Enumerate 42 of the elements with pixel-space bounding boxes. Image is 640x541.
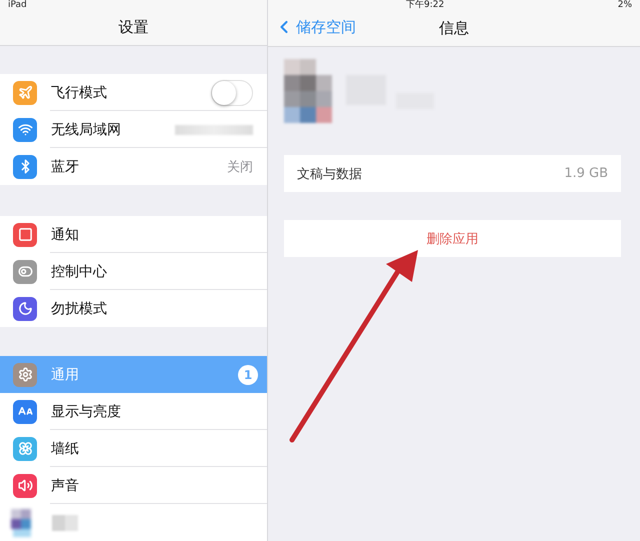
bluetooth-icon: [13, 154, 37, 178]
battery-level: 2%: [618, 0, 632, 10]
row-label: 控制中心: [51, 262, 108, 280]
row-label: 通知: [51, 226, 80, 244]
row-label: 显示与亮度: [51, 402, 122, 420]
status-time: 下午9:22: [406, 0, 444, 10]
settings-row[interactable]: 勿扰模式: [0, 290, 267, 327]
page-title: 信息: [439, 18, 469, 38]
switches-icon: [13, 260, 37, 284]
row-label: 通用: [51, 366, 80, 384]
row-label: 墙纸: [51, 440, 80, 458]
settings-row[interactable]: 通知: [0, 216, 267, 253]
settings-row[interactable]: 显示与亮度: [0, 393, 267, 430]
row-label: 无线局域网: [51, 120, 122, 138]
count-badge: 1: [238, 364, 258, 384]
storage-size: 1.9 GB: [564, 166, 608, 181]
speaker-icon: [13, 474, 37, 498]
text-size-icon: [13, 400, 37, 424]
settings-icon: [13, 362, 37, 386]
notification-icon: [13, 222, 37, 246]
wifi-icon: [13, 118, 37, 142]
device-name: iPad: [8, 0, 27, 10]
settings-row[interactable]: [0, 504, 267, 541]
moon-icon: [13, 296, 37, 320]
toggle-switch[interactable]: [211, 80, 253, 106]
settings-row[interactable]: 控制中心: [0, 253, 267, 290]
airplane-icon: [13, 80, 37, 104]
row-label: 蓝牙: [51, 158, 80, 176]
row-label: 飞行模式: [51, 84, 108, 102]
settings-row[interactable]: 墙纸: [0, 430, 267, 467]
sidebar-title: 设置: [118, 18, 148, 37]
delete-app-button[interactable]: 删除应用: [284, 220, 621, 257]
row-value: 关闭: [227, 158, 253, 176]
settings-row[interactable]: 无线局域网: [0, 111, 267, 148]
settings-row[interactable]: 飞行模式: [0, 74, 267, 111]
flower-icon: [13, 436, 37, 460]
row-label: 声音: [51, 476, 80, 494]
settings-row[interactable]: 声音: [0, 467, 267, 504]
blurred-label: [52, 514, 78, 530]
settings-row[interactable]: 蓝牙 关闭: [0, 148, 267, 185]
storage-label: 文稿与数据: [297, 166, 362, 182]
row-label: 勿扰模式: [51, 300, 108, 318]
